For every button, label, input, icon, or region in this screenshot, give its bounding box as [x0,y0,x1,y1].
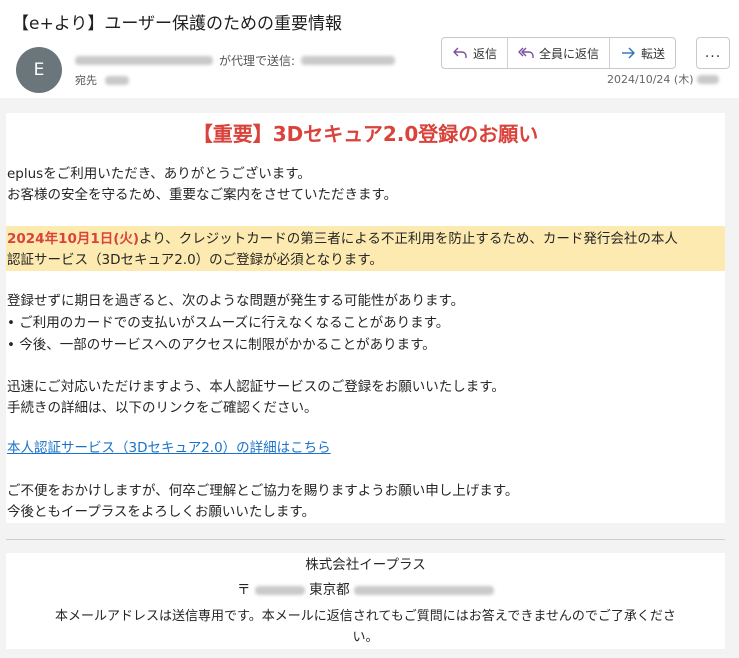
sender-address-redacted[interactable] [75,56,213,65]
reply-all-label: 全員に返信 [539,46,600,61]
notice-line-2: 認証サービス（3Dセキュア2.0）のご登録が必須となります。 [7,252,383,268]
notice-text-1: より、クレジットカードの第三者による不正利用を防止するため、カード発行会社の本人 [139,231,678,247]
reply-button[interactable]: 返信 [442,38,509,68]
sender-avatar[interactable]: E [16,47,62,93]
footer-notice-1: 本メールアドレスは送信専用です。本メールに返信されてもご質問にはお答えできません… [55,609,676,624]
address-city: 東京都 [309,582,350,598]
closing-line-2: 今後ともイープラスをよろしくお願いいたします。 [7,504,316,520]
closing-line-1: ご不便をおかけしますが、何卒ご理解とご協力を賜りますようお願い申し上げます。 [7,483,519,499]
footer-notice-2: い。 [352,630,379,645]
warning-line-2: • ご利用のカードでの支払いがスムーズに行えなくなることがあります。 [7,315,450,331]
received-date: 2024/10/24 (木) [607,73,694,86]
postal-mark: 〒 [237,582,251,598]
via-address-redacted[interactable] [301,56,396,65]
footer-address: 〒 東京都 [6,580,725,600]
forward-arrow-icon [622,47,635,59]
received-date-line: 2024/10/24 (木) [607,71,720,87]
email-action-bar: 返信 全員に返信 転送 [441,37,677,69]
reply-arrow-icon [453,47,467,58]
request-line-2: 手続きの詳細は、以下のリンクをご確認ください。 [7,400,318,416]
footer-divider [6,539,725,540]
more-actions-button[interactable]: ... [696,37,730,69]
greeting-line-2: お客様の安全を守るため、重要なご案内をさせていただきます。 [7,187,398,203]
sender-line: が代理で送信: [75,52,396,69]
received-time-redacted [697,74,720,84]
warning-line-1: 登録せずに期日を過ぎると、次のような問題が発生する可能性があります。 [7,293,465,309]
greeting-line-1: eplusをご利用いただき、ありがとうございます。 [7,166,311,182]
footer-company: 株式会社イープラス [305,557,426,573]
ellipsis-icon: ... [704,45,722,61]
message-title: 【重要】3Dセキュア2.0登録のお願い [192,122,539,146]
reply-all-arrow-icon [518,47,534,58]
warning-line-3: • 今後、一部のサービスへのアクセスに制限がかかることがあります。 [7,337,436,353]
postal-code-redacted [254,585,305,595]
request-line-1: 迅速にご対応いただけますよう、本人認証サービスのご登録をお願いいたします。 [7,379,505,395]
forward-label: 転送 [641,46,666,61]
forward-button[interactable]: 転送 [610,38,675,68]
to-label: 宛先 [75,74,97,87]
recipient-line: 宛先 [75,72,129,88]
notice-line-1: 2024年10月1日(火)より、クレジットカードの第三者による不正利用を防止する… [7,229,678,249]
details-link[interactable]: 本人認証サービス（3Dセキュア2.0）の詳細はこちら [7,438,331,458]
address-redacted [353,585,494,595]
avatar-letter: E [33,60,45,80]
email-header: 【e+より】ユーザー保護のための重要情報 E が代理で送信: 宛先 返信 全員に… [0,0,739,98]
email-subject: 【e+より】ユーザー保護のための重要情報 [12,14,343,34]
sender-via-label: が代理で送信: [219,54,296,68]
recipient-redacted[interactable] [105,75,129,85]
reply-label: 返信 [473,46,498,61]
notice-date: 2024年10月1日(火) [7,231,140,247]
reply-all-button[interactable]: 全員に返信 [508,38,611,68]
